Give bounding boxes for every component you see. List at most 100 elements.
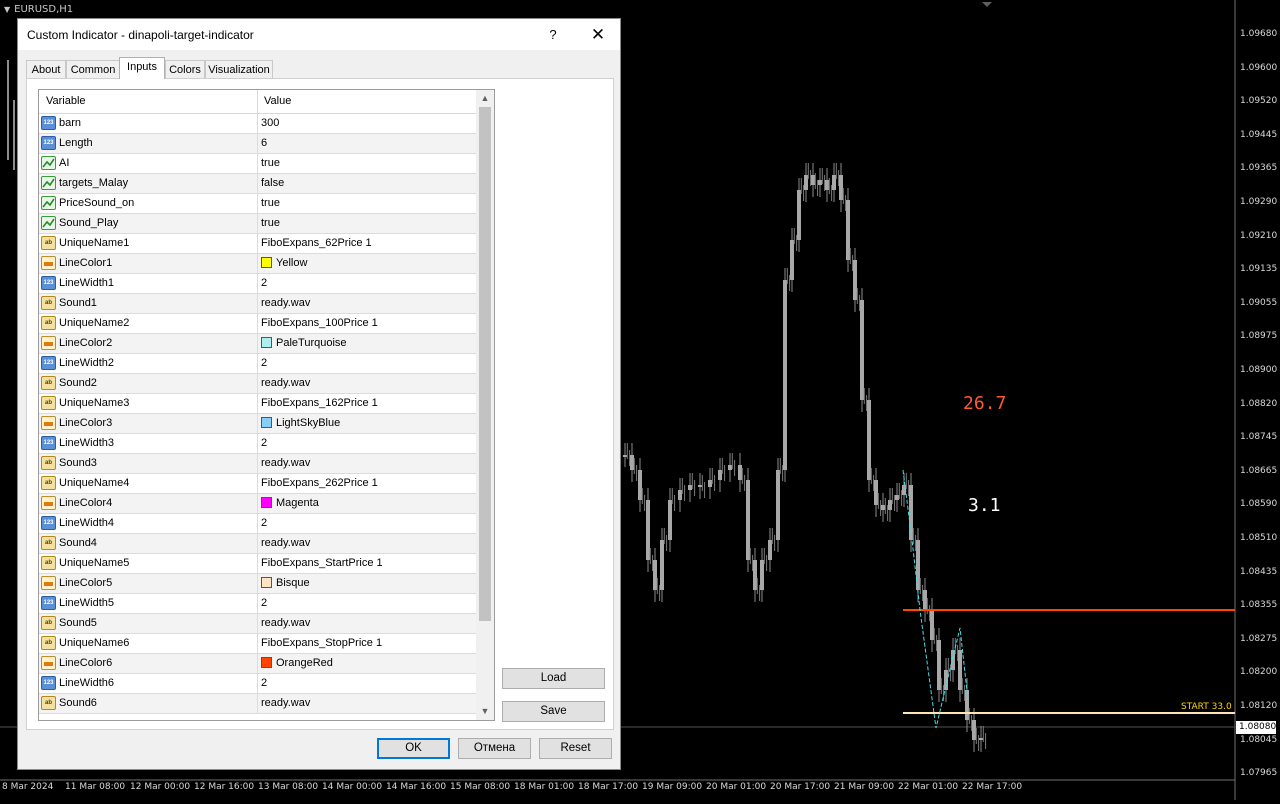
tab-visualization[interactable]: Visualization [205,60,273,78]
cell-divider [257,114,258,133]
variable-value[interactable]: ready.wav [261,374,310,393]
variable-value[interactable]: Magenta [261,494,319,513]
table-row[interactable]: ab UniqueName5 FiboExpans_StartPrice 1 [39,554,476,574]
table-row[interactable]: AI true [39,154,476,174]
load-button[interactable]: Load [502,668,605,689]
scroll-down-icon[interactable]: ▼ [476,703,494,720]
variable-value[interactable]: ready.wav [261,534,310,553]
variable-value[interactable]: ready.wav [261,614,310,633]
column-divider[interactable] [257,90,258,113]
variable-value[interactable]: false [261,174,284,193]
candle-body [630,455,634,470]
scroll-up-icon[interactable]: ▲ [476,90,494,107]
time-axis-label: 22 Mar 01:00 [898,782,959,792]
table-row[interactable]: LineColor3 LightSkyBlue [39,414,476,434]
cell-divider [257,554,258,573]
table-row[interactable]: ab Sound6 ready.wav [39,694,476,714]
table-row[interactable]: ab Sound5 ready.wav [39,614,476,634]
table-row[interactable]: 123 Length 6 [39,134,476,154]
candle-body [668,500,672,540]
variable-value[interactable]: FiboExpans_262Price 1 [261,474,378,493]
cell-divider [257,154,258,173]
table-row[interactable]: 123 LineWidth2 2 [39,354,476,374]
table-row[interactable]: LineColor1 Yellow [39,254,476,274]
ok-button[interactable]: OK [377,738,450,759]
price-axis-label: 1.09135 [1240,264,1278,275]
time-axis-label: 14 Mar 00:00 [322,782,383,792]
variable-value[interactable]: 6 [261,134,267,153]
variable-value[interactable]: true [261,194,280,213]
variable-value[interactable]: 300 [261,114,279,133]
variable-value[interactable]: FiboExpans_62Price 1 [261,234,372,253]
tab-inputs[interactable]: Inputs [119,57,165,79]
table-row[interactable]: Sound_Play true [39,214,476,234]
dialog-titlebar[interactable]: Custom Indicator - dinapoli-target-indic… [18,19,620,50]
tab-colors[interactable]: Colors [165,60,205,78]
table-row[interactable]: ab UniqueName4 FiboExpans_262Price 1 [39,474,476,494]
close-button[interactable]: ✕ [583,23,613,47]
table-row[interactable]: ab Sound2 ready.wav [39,374,476,394]
table-row[interactable]: 123 LineWidth6 2 [39,674,476,694]
table-row[interactable]: 123 LineWidth3 2 [39,434,476,454]
variable-value[interactable]: LightSkyBlue [261,414,340,433]
value-text: FiboExpans_62Price 1 [261,237,372,249]
table-row[interactable]: LineColor5 Bisque [39,574,476,594]
integer-type-icon: 123 [41,356,56,370]
scrollbar-thumb[interactable] [479,107,491,621]
column-header-variable[interactable]: Variable [46,90,86,113]
variable-value[interactable]: FiboExpans_100Price 1 [261,314,378,333]
tab-common[interactable]: Common [66,60,120,78]
variable-value[interactable]: ready.wav [261,454,310,473]
table-row[interactable]: 123 barn 300 [39,114,476,134]
string-type-icon: ab [41,616,56,630]
variable-value[interactable]: 2 [261,354,267,373]
variable-value[interactable]: 2 [261,674,267,693]
table-row[interactable]: LineColor6 OrangeRed [39,654,476,674]
variable-value[interactable]: 2 [261,594,267,613]
variable-name: UniqueName5 [59,557,130,569]
table-row[interactable]: ab Sound3 ready.wav [39,454,476,474]
cell-divider [257,514,258,533]
reset-button[interactable]: Reset [539,738,612,759]
table-row[interactable]: ab Sound4 ready.wav [39,534,476,554]
table-row[interactable]: 123 LineWidth5 2 [39,594,476,614]
variable-value[interactable]: 2 [261,434,267,453]
table-row[interactable]: LineColor4 Magenta [39,494,476,514]
table-row[interactable]: ab UniqueName1 FiboExpans_62Price 1 [39,234,476,254]
variable-value[interactable]: PaleTurquoise [261,334,347,353]
variable-value[interactable]: ready.wav [261,694,310,713]
save-button[interactable]: Save [502,701,605,722]
variable-value[interactable]: Bisque [261,574,310,593]
table-row[interactable]: LineColor2 PaleTurquoise [39,334,476,354]
chart-symbol: ▼ EURUSD,H1 [4,4,73,15]
variable-value[interactable]: FiboExpans_162Price 1 [261,394,378,413]
variable-value[interactable]: true [261,214,280,233]
variable-value[interactable]: FiboExpans_StopPrice 1 [261,634,382,653]
variable-value[interactable]: ready.wav [261,294,310,313]
inputs-panel: Variable Value 123 barn 300 123 Length 6 AI tru… [26,78,614,730]
price-axis-label: 1.08200 [1240,667,1278,678]
column-header-value[interactable]: Value [264,90,291,113]
table-row[interactable]: 123 LineWidth1 2 [39,274,476,294]
help-button[interactable]: ? [538,25,568,45]
string-type-icon: ab [41,476,56,490]
table-scrollbar[interactable]: ▲ ▼ [476,90,494,720]
table-row[interactable]: 123 LineWidth4 2 [39,514,476,534]
tab-about[interactable]: About [26,60,66,78]
variable-value[interactable]: 2 [261,274,267,293]
color-swatch [261,337,272,348]
variable-value[interactable]: Yellow [261,254,307,273]
table-row[interactable]: ab Sound1 ready.wav [39,294,476,314]
variable-value[interactable]: OrangeRed [261,654,333,673]
variable-value[interactable]: FiboExpans_StartPrice 1 [261,554,383,573]
cancel-button[interactable]: Отмена [458,738,531,759]
table-row[interactable]: targets_Malay false [39,174,476,194]
chevron-down-icon[interactable]: ▼ [4,5,10,14]
table-row[interactable]: PriceSound_on true [39,194,476,214]
cell-divider [257,534,258,553]
variable-value[interactable]: true [261,154,280,173]
table-row[interactable]: ab UniqueName6 FiboExpans_StopPrice 1 [39,634,476,654]
table-row[interactable]: ab UniqueName2 FiboExpans_100Price 1 [39,314,476,334]
table-row[interactable]: ab UniqueName3 FiboExpans_162Price 1 [39,394,476,414]
variable-value[interactable]: 2 [261,514,267,533]
